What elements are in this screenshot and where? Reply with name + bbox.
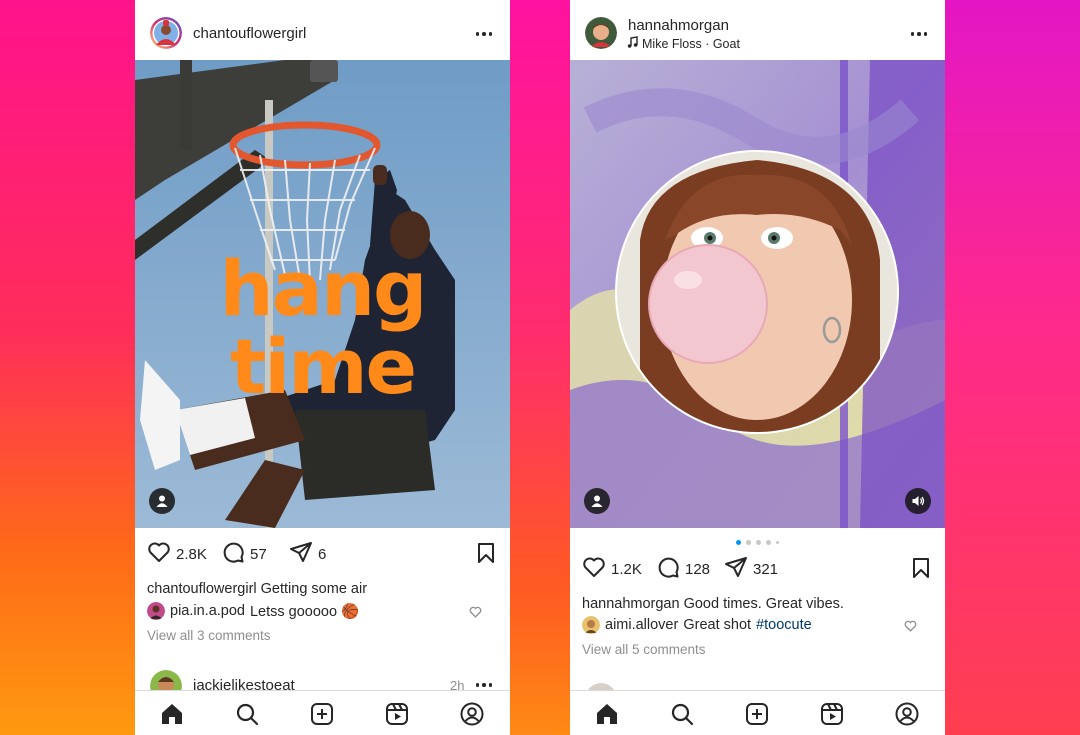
share-button[interactable]: 321 xyxy=(724,553,778,585)
comment-username[interactable]: pia.in.a.pod xyxy=(170,603,245,619)
headline-line2: time xyxy=(229,322,417,411)
bottom-tab-bar xyxy=(570,690,945,735)
more-icon[interactable] xyxy=(907,24,931,44)
avatar[interactable] xyxy=(150,17,182,49)
post-username[interactable]: chantouflowergirl xyxy=(193,25,306,42)
create-icon[interactable] xyxy=(744,701,770,727)
carousel-dot xyxy=(756,540,761,545)
music-attribution[interactable]: Mike Floss · Goat xyxy=(627,36,740,51)
avatar[interactable] xyxy=(582,616,600,634)
post-header: chantouflowergirl xyxy=(135,0,510,60)
like-button[interactable]: 2.8K xyxy=(147,538,207,570)
post-caption: chantouflowergirl Getting some air xyxy=(147,581,367,597)
sound-icon[interactable] xyxy=(905,488,931,514)
top-comment: aimi.allover Great shot #toocute xyxy=(582,616,812,634)
home-icon[interactable] xyxy=(159,701,185,727)
background-gradient-middle xyxy=(510,0,570,735)
post-caption: hannahmorgan Good times. Great vibes. xyxy=(582,596,844,612)
background-gradient-right xyxy=(945,0,1080,735)
view-all-comments-link[interactable]: View all 5 comments xyxy=(582,642,706,657)
person-tag-icon[interactable] xyxy=(584,488,610,514)
comment-like-icon[interactable] xyxy=(469,605,482,623)
reels-icon[interactable] xyxy=(384,701,410,727)
bookmark-icon[interactable] xyxy=(476,542,496,569)
search-icon[interactable] xyxy=(234,701,260,727)
comment-hashtag-link[interactable]: #toocute xyxy=(756,617,812,633)
carousel-dot xyxy=(766,540,771,545)
comment-text: Letss gooooo 🏀 xyxy=(249,603,360,620)
share-icon xyxy=(724,555,748,583)
caption-text: Getting some air xyxy=(260,581,368,597)
comment-count: 128 xyxy=(685,560,711,578)
top-comment: pia.in.a.pod Letss gooooo 🏀 xyxy=(147,602,359,620)
carousel-dot xyxy=(746,540,751,545)
music-note-icon xyxy=(627,36,638,51)
comment-button[interactable]: 128 xyxy=(656,553,710,585)
comment-like-icon[interactable] xyxy=(904,619,917,637)
bottom-tab-bar xyxy=(135,690,510,735)
share-count: 321 xyxy=(753,560,779,578)
post-photo[interactable]: hang time xyxy=(135,60,510,528)
action-bar: 2.8K 57 6 xyxy=(135,538,510,570)
share-count: 6 xyxy=(318,545,327,563)
comment-icon xyxy=(221,540,245,568)
comment-count: 57 xyxy=(250,545,267,563)
post-header: hannahmorgan Mike Floss · Goat xyxy=(570,0,945,60)
reels-icon[interactable] xyxy=(819,701,845,727)
avatar[interactable] xyxy=(147,602,165,620)
post-username[interactable]: hannahmorgan xyxy=(628,17,729,34)
comment-icon xyxy=(656,555,680,583)
search-icon[interactable] xyxy=(669,701,695,727)
carousel-dot xyxy=(736,540,741,545)
post-photo[interactable] xyxy=(570,60,945,528)
heart-icon xyxy=(147,541,171,567)
caption-username[interactable]: chantouflowergirl xyxy=(147,581,257,597)
comment-username[interactable]: aimi.allover xyxy=(605,617,678,633)
carousel-dot xyxy=(776,541,779,544)
like-count: 2.8K xyxy=(176,545,207,563)
like-button[interactable]: 1.2K xyxy=(582,553,642,585)
avatar[interactable] xyxy=(585,17,617,49)
comment-text: Great shot xyxy=(683,617,752,633)
action-bar: 1.2K 128 321 xyxy=(570,553,945,585)
more-icon[interactable] xyxy=(472,24,496,44)
headline-overlay: hang time xyxy=(135,250,510,406)
caption-username[interactable]: hannahmorgan xyxy=(582,596,680,612)
like-count: 1.2K xyxy=(611,560,642,578)
carousel-indicator xyxy=(570,540,945,545)
person-tag-icon[interactable] xyxy=(149,488,175,514)
view-all-comments-link[interactable]: View all 3 comments xyxy=(147,628,271,643)
share-icon xyxy=(289,540,313,568)
home-icon[interactable] xyxy=(594,701,620,727)
phone-screen-left: chantouflowergirl hang time 2.8K 57 6 ch… xyxy=(135,0,510,735)
share-button[interactable]: 6 xyxy=(289,538,326,570)
headline-line1: hang xyxy=(219,244,428,333)
comment-button[interactable]: 57 xyxy=(221,538,267,570)
phone-screen-right: hannahmorgan Mike Floss · Goat 1.2K 128 … xyxy=(570,0,945,735)
bubblegum-photo xyxy=(570,60,945,528)
caption-text: Good times. Great vibes. xyxy=(683,596,844,612)
background-gradient-left xyxy=(0,0,135,735)
profile-icon[interactable] xyxy=(894,701,920,727)
profile-icon[interactable] xyxy=(459,701,485,727)
create-icon[interactable] xyxy=(309,701,335,727)
music-title: Mike Floss · Goat xyxy=(642,36,740,51)
heart-icon xyxy=(582,556,606,582)
bookmark-icon[interactable] xyxy=(911,557,931,584)
